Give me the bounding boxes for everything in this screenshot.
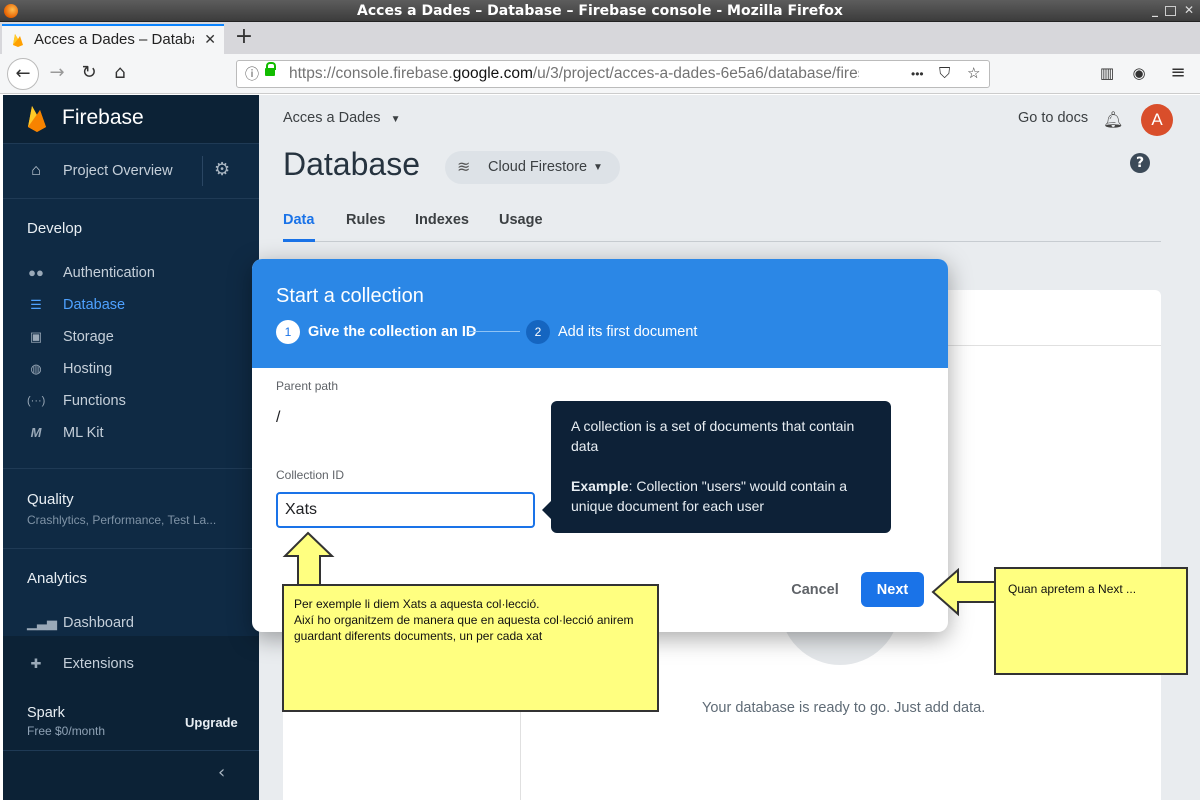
annotation-arrow-left [931, 568, 997, 617]
section-develop: Develop [27, 220, 83, 237]
next-button[interactable]: Next [861, 572, 924, 607]
step-number: 1 [276, 320, 300, 344]
go-to-docs-link[interactable]: Go to docs [1018, 110, 1088, 126]
firefox-icon [4, 4, 18, 18]
sidebar-item-database[interactable]: ☰ Database [27, 293, 227, 317]
sidebar-item-ml-kit[interactable]: M ML Kit [27, 421, 227, 445]
dropdown-icon: ▼ [390, 114, 401, 125]
url-bar[interactable]: ⓘ https://console.firebase.google.com/u/… [236, 60, 990, 88]
sidebar-item-hosting[interactable]: ◍ Hosting [27, 357, 227, 381]
dropdown-icon: ▼ [593, 162, 603, 173]
window-title: Acces a Dades – Database – Firebase cons… [357, 3, 843, 19]
sidebar-item-extensions[interactable]: ✚ Extensions [27, 652, 227, 676]
firebase-favicon-icon [13, 34, 23, 47]
collapse-chevron-icon[interactable]: ‹ [218, 762, 225, 783]
plan-name: Spark [27, 705, 65, 721]
parent-path-label: Parent path [276, 379, 339, 393]
tab-label: Acces a Dades – Databas [34, 31, 194, 48]
cancel-button[interactable]: Cancel [777, 573, 853, 607]
database-icon: ☰ [30, 297, 42, 312]
divider [3, 548, 259, 549]
url-text: https://console.firebase.google.com/u/3/… [289, 65, 859, 82]
back-icon[interactable]: ← [7, 58, 39, 90]
sidebar-item-storage[interactable]: ▣ Storage [27, 325, 227, 349]
plan-price: Free $0/month [27, 724, 106, 738]
firestore-icon: ≋ [457, 159, 471, 176]
menu-icon[interactable]: ≡ [1163, 58, 1193, 88]
step-label: Give the collection an ID [308, 324, 477, 340]
annotation-note: Quan apretem a Next ... [994, 567, 1188, 675]
firebase-logo-icon [28, 106, 46, 132]
minimize-icon[interactable]: _ [1148, 4, 1162, 17]
functions-icon: (···) [27, 395, 46, 407]
stepper-connector [468, 331, 520, 332]
reload-icon[interactable]: ↻ [74, 58, 104, 88]
avatar[interactable]: A [1141, 104, 1173, 136]
dialog-header: Start a collection 1 Give the collection… [252, 259, 948, 368]
empty-state-text: Your database is ready to go. Just add d… [702, 700, 986, 716]
tooltip-text: A collection is a set of documents that … [571, 418, 855, 454]
active-tab-indicator [283, 239, 315, 242]
window-titlebar: Acces a Dades – Database – Firebase cons… [0, 0, 1200, 22]
tab-usage[interactable]: Usage [499, 212, 543, 228]
divider [3, 143, 259, 144]
forward-icon[interactable]: → [42, 58, 72, 88]
help-icon[interactable]: ? [1130, 153, 1150, 173]
tooltip-example: Example: Collection "users" would contai… [571, 478, 848, 514]
parent-path-value: / [276, 409, 281, 426]
account-icon[interactable]: ◉ [1124, 58, 1154, 88]
page-title: Database [283, 146, 420, 182]
upgrade-button[interactable]: Upgrade [185, 715, 238, 730]
info-icon[interactable]: ⓘ [245, 61, 259, 87]
divider [3, 750, 259, 751]
tab-indexes[interactable]: Indexes [415, 212, 469, 228]
bar-chart-icon: ▁▃▅ [27, 615, 57, 630]
page-actions-icon[interactable]: ••• [911, 61, 924, 87]
sidebar-item-functions[interactable]: (···) Functions [27, 389, 227, 413]
sidebar-item-authentication[interactable]: ●● Authentication [27, 261, 227, 285]
sidebar-item-project-overview[interactable]: ⌂ Project Overview [27, 159, 197, 183]
collection-id-input[interactable] [276, 492, 535, 528]
close-tab-icon[interactable]: ✕ [204, 31, 216, 48]
settings-gear-icon[interactable]: ⚙ [214, 160, 234, 180]
step-number: 2 [526, 320, 550, 344]
tab-data[interactable]: Data [283, 212, 314, 228]
section-quality[interactable]: Quality [27, 491, 74, 508]
image-icon: ▣ [29, 329, 43, 344]
tab-rules[interactable]: Rules [346, 212, 386, 228]
maximize-icon[interactable] [1165, 6, 1176, 16]
home-icon: ⌂ [31, 162, 41, 179]
sidebar-brand: Firebase [62, 106, 144, 129]
mlkit-icon: M [30, 425, 42, 440]
pocket-icon[interactable]: ⛉ [939, 61, 950, 87]
divider [3, 198, 259, 199]
tab-underline [283, 241, 1161, 242]
dialog-title: Start a collection [276, 285, 424, 307]
database-type-selector[interactable]: ≋ Cloud Firestore ▼ [445, 151, 620, 184]
section-analytics[interactable]: Analytics [27, 570, 87, 587]
bookmark-star-icon[interactable]: ☆ [967, 61, 980, 87]
home-icon[interactable]: ⌂ [105, 58, 135, 88]
annotation-note: Per exemple li diem Xats a aquesta col·l… [282, 584, 659, 712]
extensions-icon: ✚ [30, 656, 42, 671]
notifications-bell-icon[interactable]: 🔔︎ [1103, 110, 1123, 130]
step-1: 1 Give the collection an ID [276, 320, 476, 344]
library-icon[interactable]: ▥ [1092, 58, 1122, 88]
sidebar-item-dashboard[interactable]: ▁▃▅ Dashboard [27, 611, 227, 635]
quality-subtitle: Crashlytics, Performance, Test La... [27, 513, 217, 527]
browser-tab[interactable]: Acces a Dades – Databas ✕ [2, 24, 224, 54]
step-2: 2 Add its first document [526, 320, 726, 344]
collection-id-label: Collection ID [276, 468, 345, 482]
lock-icon [265, 62, 276, 76]
globe-icon: ◍ [30, 361, 42, 376]
people-icon: ●● [28, 265, 44, 280]
divider [3, 468, 259, 469]
project-selector[interactable]: Acces a Dades ▼ [283, 110, 400, 126]
close-window-icon[interactable]: ✕ [1182, 4, 1196, 17]
annotation-arrow-up [282, 531, 335, 588]
new-tab-icon[interactable]: + [232, 26, 256, 50]
collection-help-tooltip: A collection is a set of documents that … [542, 401, 891, 533]
divider [202, 156, 203, 186]
step-label: Add its first document [558, 324, 698, 340]
